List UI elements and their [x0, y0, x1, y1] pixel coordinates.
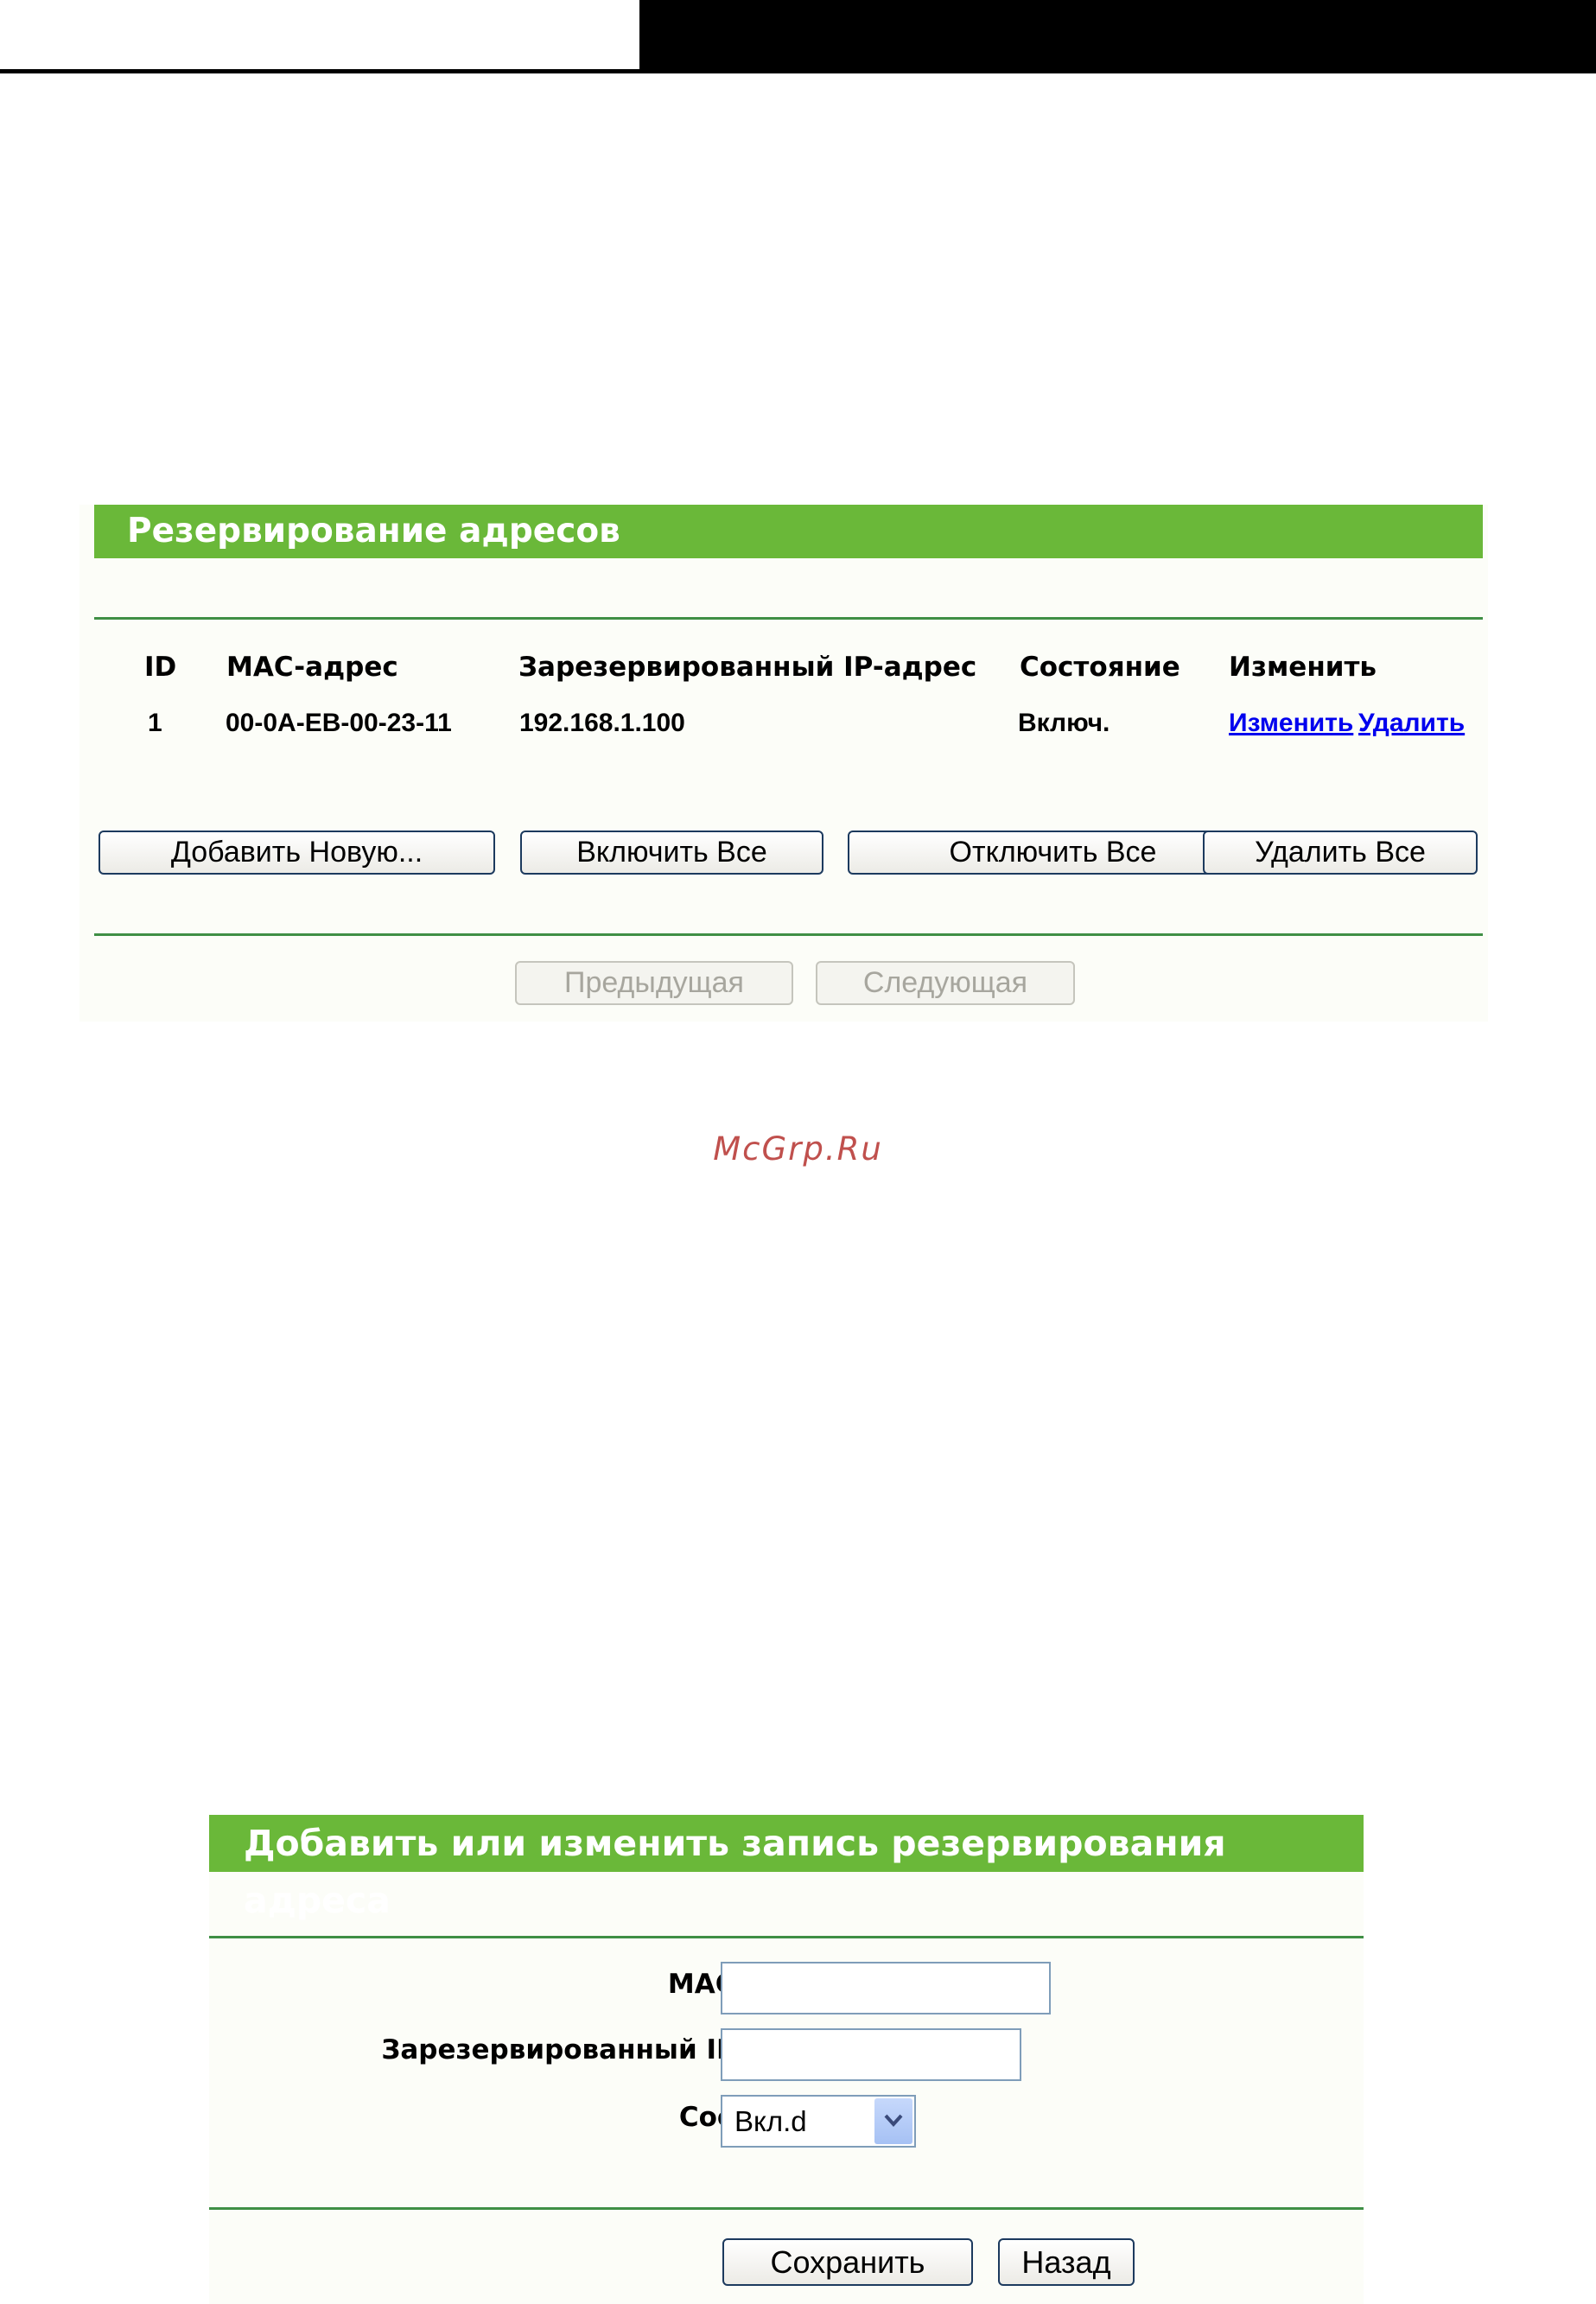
status-select-value: Вкл.d: [734, 2105, 807, 2137]
header-bar: [639, 0, 1596, 73]
previous-page-button[interactable]: Предыдущая: [515, 961, 793, 1005]
chevron-down-icon[interactable]: [874, 2098, 912, 2144]
row-ip: 192.168.1.100: [519, 709, 685, 737]
divider: [94, 617, 1483, 620]
header-rule: [0, 69, 639, 73]
save-button[interactable]: Сохранить: [722, 2238, 973, 2286]
reserved-ip-input[interactable]: [721, 2028, 1021, 2081]
delete-link[interactable]: Удалить: [1358, 709, 1465, 738]
column-header-modify: Изменить: [1229, 652, 1377, 683]
status-select[interactable]: Вкл.d: [721, 2095, 916, 2148]
edit-link[interactable]: Изменить: [1229, 709, 1353, 738]
mac-address-input[interactable]: [721, 1962, 1051, 2014]
address-reservation-panel: Резервирование адресов ID MAC-адрес Заре…: [79, 505, 1488, 1022]
back-button[interactable]: Назад: [998, 2238, 1135, 2286]
column-header-status: Состояние: [1020, 652, 1180, 683]
column-header-ip: Зарезервированный IP-адрес: [518, 652, 977, 683]
panel-title: Добавить или изменить запись резервирова…: [209, 1815, 1364, 1921]
disable-all-button[interactable]: Отключить Все: [848, 831, 1258, 875]
row-status: Включ.: [1018, 709, 1110, 737]
column-header-id: ID: [144, 652, 177, 683]
add-new-button[interactable]: Добавить Новую...: [99, 831, 495, 875]
row-id: 1: [148, 709, 162, 737]
delete-all-button[interactable]: Удалить Все: [1203, 831, 1478, 875]
next-page-button[interactable]: Следующая: [816, 961, 1075, 1005]
add-edit-reservation-panel: Добавить или изменить запись резервирова…: [209, 1815, 1364, 2304]
divider: [209, 2207, 1364, 2210]
divider: [209, 1936, 1364, 1938]
watermark-text: McGrp.Ru: [713, 1130, 883, 1168]
divider: [94, 933, 1483, 936]
panel-title: Резервирование адресов: [94, 505, 1483, 558]
row-mac: 00-0A-EB-00-23-11: [226, 709, 452, 737]
enable-all-button[interactable]: Включить Все: [520, 831, 823, 875]
column-header-mac: MAC-адрес: [226, 652, 398, 683]
